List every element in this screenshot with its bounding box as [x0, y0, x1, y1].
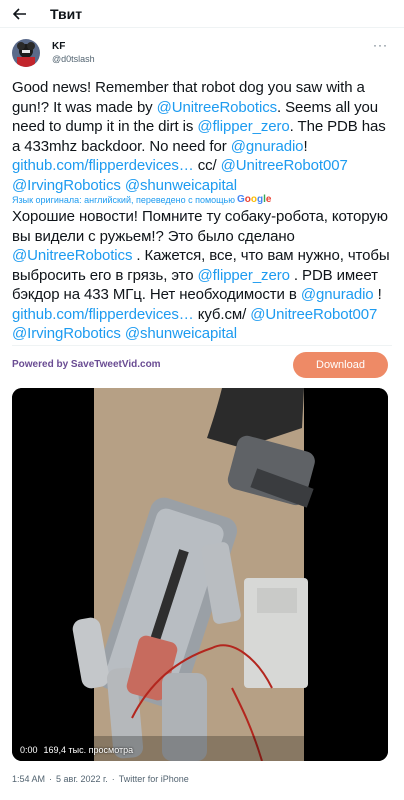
video-frame	[12, 388, 388, 761]
translation-note-text: Язык оригинала: английский, переведено с…	[12, 194, 236, 205]
avatar[interactable]	[12, 39, 40, 67]
meta-separator: ·	[49, 774, 53, 784]
mention-flipper-zero[interactable]: @flipper_zero	[198, 267, 290, 284]
back-button[interactable]	[2, 0, 38, 28]
powered-by-brand-link[interactable]: SaveTweetVid.com	[71, 359, 161, 370]
mention-shunweicapital[interactable]: @shunweicapital	[125, 325, 237, 342]
mention-irvingrobotics[interactable]: @IrvingRobotics	[12, 177, 121, 194]
translated-text: Хорошие новости! Помните ту собаку-робот…	[12, 207, 394, 344]
video-overlay: 0:00 169,4 тыс. просмотра	[20, 745, 133, 755]
powered-by-label: Powered by SaveTweetVid.com	[12, 359, 161, 370]
meta-separator: ·	[111, 774, 115, 784]
tweet-meta: 1:54 AM · 5 авг. 2022 г. · Twitter for i…	[12, 774, 189, 784]
tweet-author: KF @d0tslash ···	[12, 36, 392, 70]
mention-flipper-zero[interactable]: @flipper_zero	[197, 118, 289, 135]
mention-irvingrobotics[interactable]: @IrvingRobotics	[12, 325, 121, 342]
translated-text-part: куб.см/	[193, 305, 251, 323]
download-button[interactable]: Download	[293, 352, 388, 378]
mention-unitreerobotics[interactable]: @UnitreeRobotics	[12, 247, 132, 264]
back-arrow-icon	[13, 7, 26, 20]
mention-gnuradio[interactable]: @gnuradio	[301, 286, 374, 303]
translated-text-part: !	[373, 286, 382, 303]
tweet-source: Twitter for iPhone	[118, 774, 189, 784]
github-link[interactable]: github.com/flipperdevices…	[12, 157, 194, 174]
top-bar: Твит	[0, 0, 404, 28]
github-link[interactable]: github.com/flipperdevices…	[12, 306, 194, 323]
video-player[interactable]: 0:00 169,4 тыс. просмотра	[12, 388, 388, 761]
translation-note[interactable]: Язык оригинала: английский, переведено с…	[12, 194, 271, 205]
tweet-time[interactable]: 1:54 AM	[12, 774, 45, 784]
tweet-date[interactable]: 5 авг. 2022 г.	[56, 774, 108, 784]
google-logo: Google	[237, 194, 272, 205]
tweet-text-part: cc/	[193, 157, 221, 174]
mention-unitreerobot007[interactable]: @UnitreeRobot007	[221, 157, 348, 174]
tweet-text-part: !	[303, 137, 308, 155]
page-title: Твит	[50, 5, 83, 22]
mention-shunweicapital[interactable]: @shunweicapital	[125, 177, 237, 194]
mention-gnuradio[interactable]: @gnuradio	[231, 138, 304, 155]
translated-text-part: Хорошие новости! Помните ту собаку-робот…	[12, 208, 388, 245]
more-options-icon[interactable]: ···	[373, 38, 388, 52]
mention-unitreerobotics[interactable]: @UnitreeRobotics	[157, 99, 277, 116]
author-display-name[interactable]: KF	[52, 41, 95, 53]
divider	[12, 345, 392, 346]
tweet-text: Good news! Remember that robot dog you s…	[12, 78, 394, 195]
mention-unitreerobot007[interactable]: @UnitreeRobot007	[250, 306, 377, 323]
video-time: 0:00	[20, 745, 38, 755]
video-views: 169,4 тыс. просмотра	[43, 745, 134, 755]
powered-by-prefix: Powered by	[12, 359, 71, 370]
author-handle[interactable]: @d0tslash	[52, 53, 95, 65]
